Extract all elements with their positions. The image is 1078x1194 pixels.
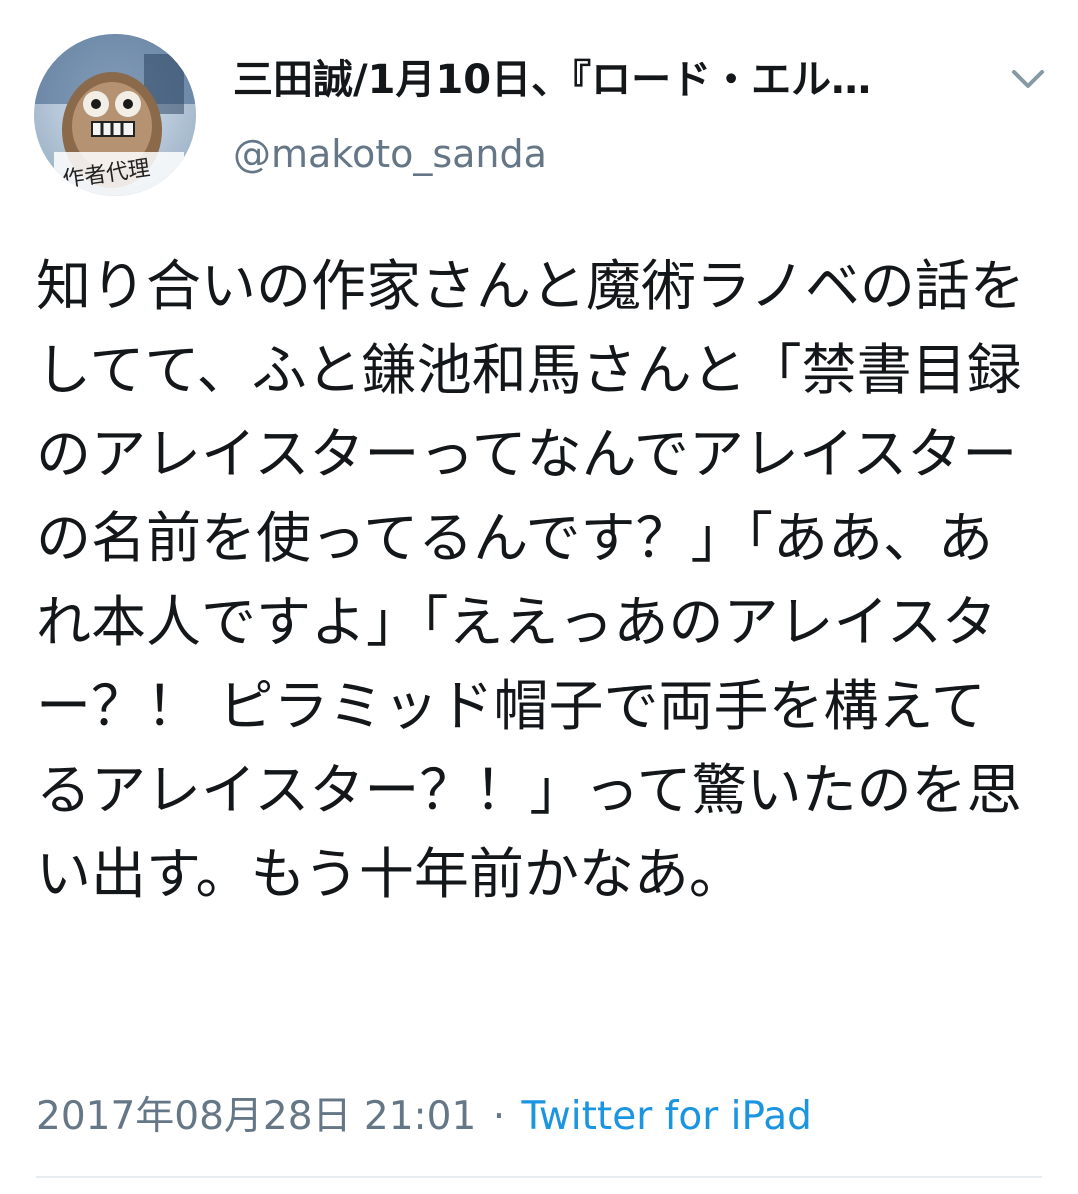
tweet-meta: 2017年08月28日 21:01 · Twitter for iPad	[36, 1090, 812, 1144]
tweet-card: 作者代理 三田誠/1月10日、『ロード・エル… @makoto_sanda 知り…	[0, 0, 1078, 1194]
tweet-text: 知り合いの作家さんと魔術ラノベの話をしてて、ふと鎌池和馬さんと「禁書目録のアレイ…	[36, 254, 1025, 906]
display-name[interactable]: 三田誠/1月10日、『ロード・エル…	[233, 52, 973, 108]
meta-separator: ·	[492, 1094, 506, 1139]
user-handle[interactable]: @makoto_sanda	[233, 128, 547, 180]
avatar[interactable]: 作者代理	[34, 34, 196, 196]
divider	[36, 1176, 1042, 1178]
chevron-down-icon[interactable]	[1004, 58, 1052, 102]
tweet-timestamp[interactable]: 2017年08月28日 21:01	[36, 1094, 476, 1139]
tweet-source-link[interactable]: Twitter for iPad	[522, 1094, 812, 1139]
